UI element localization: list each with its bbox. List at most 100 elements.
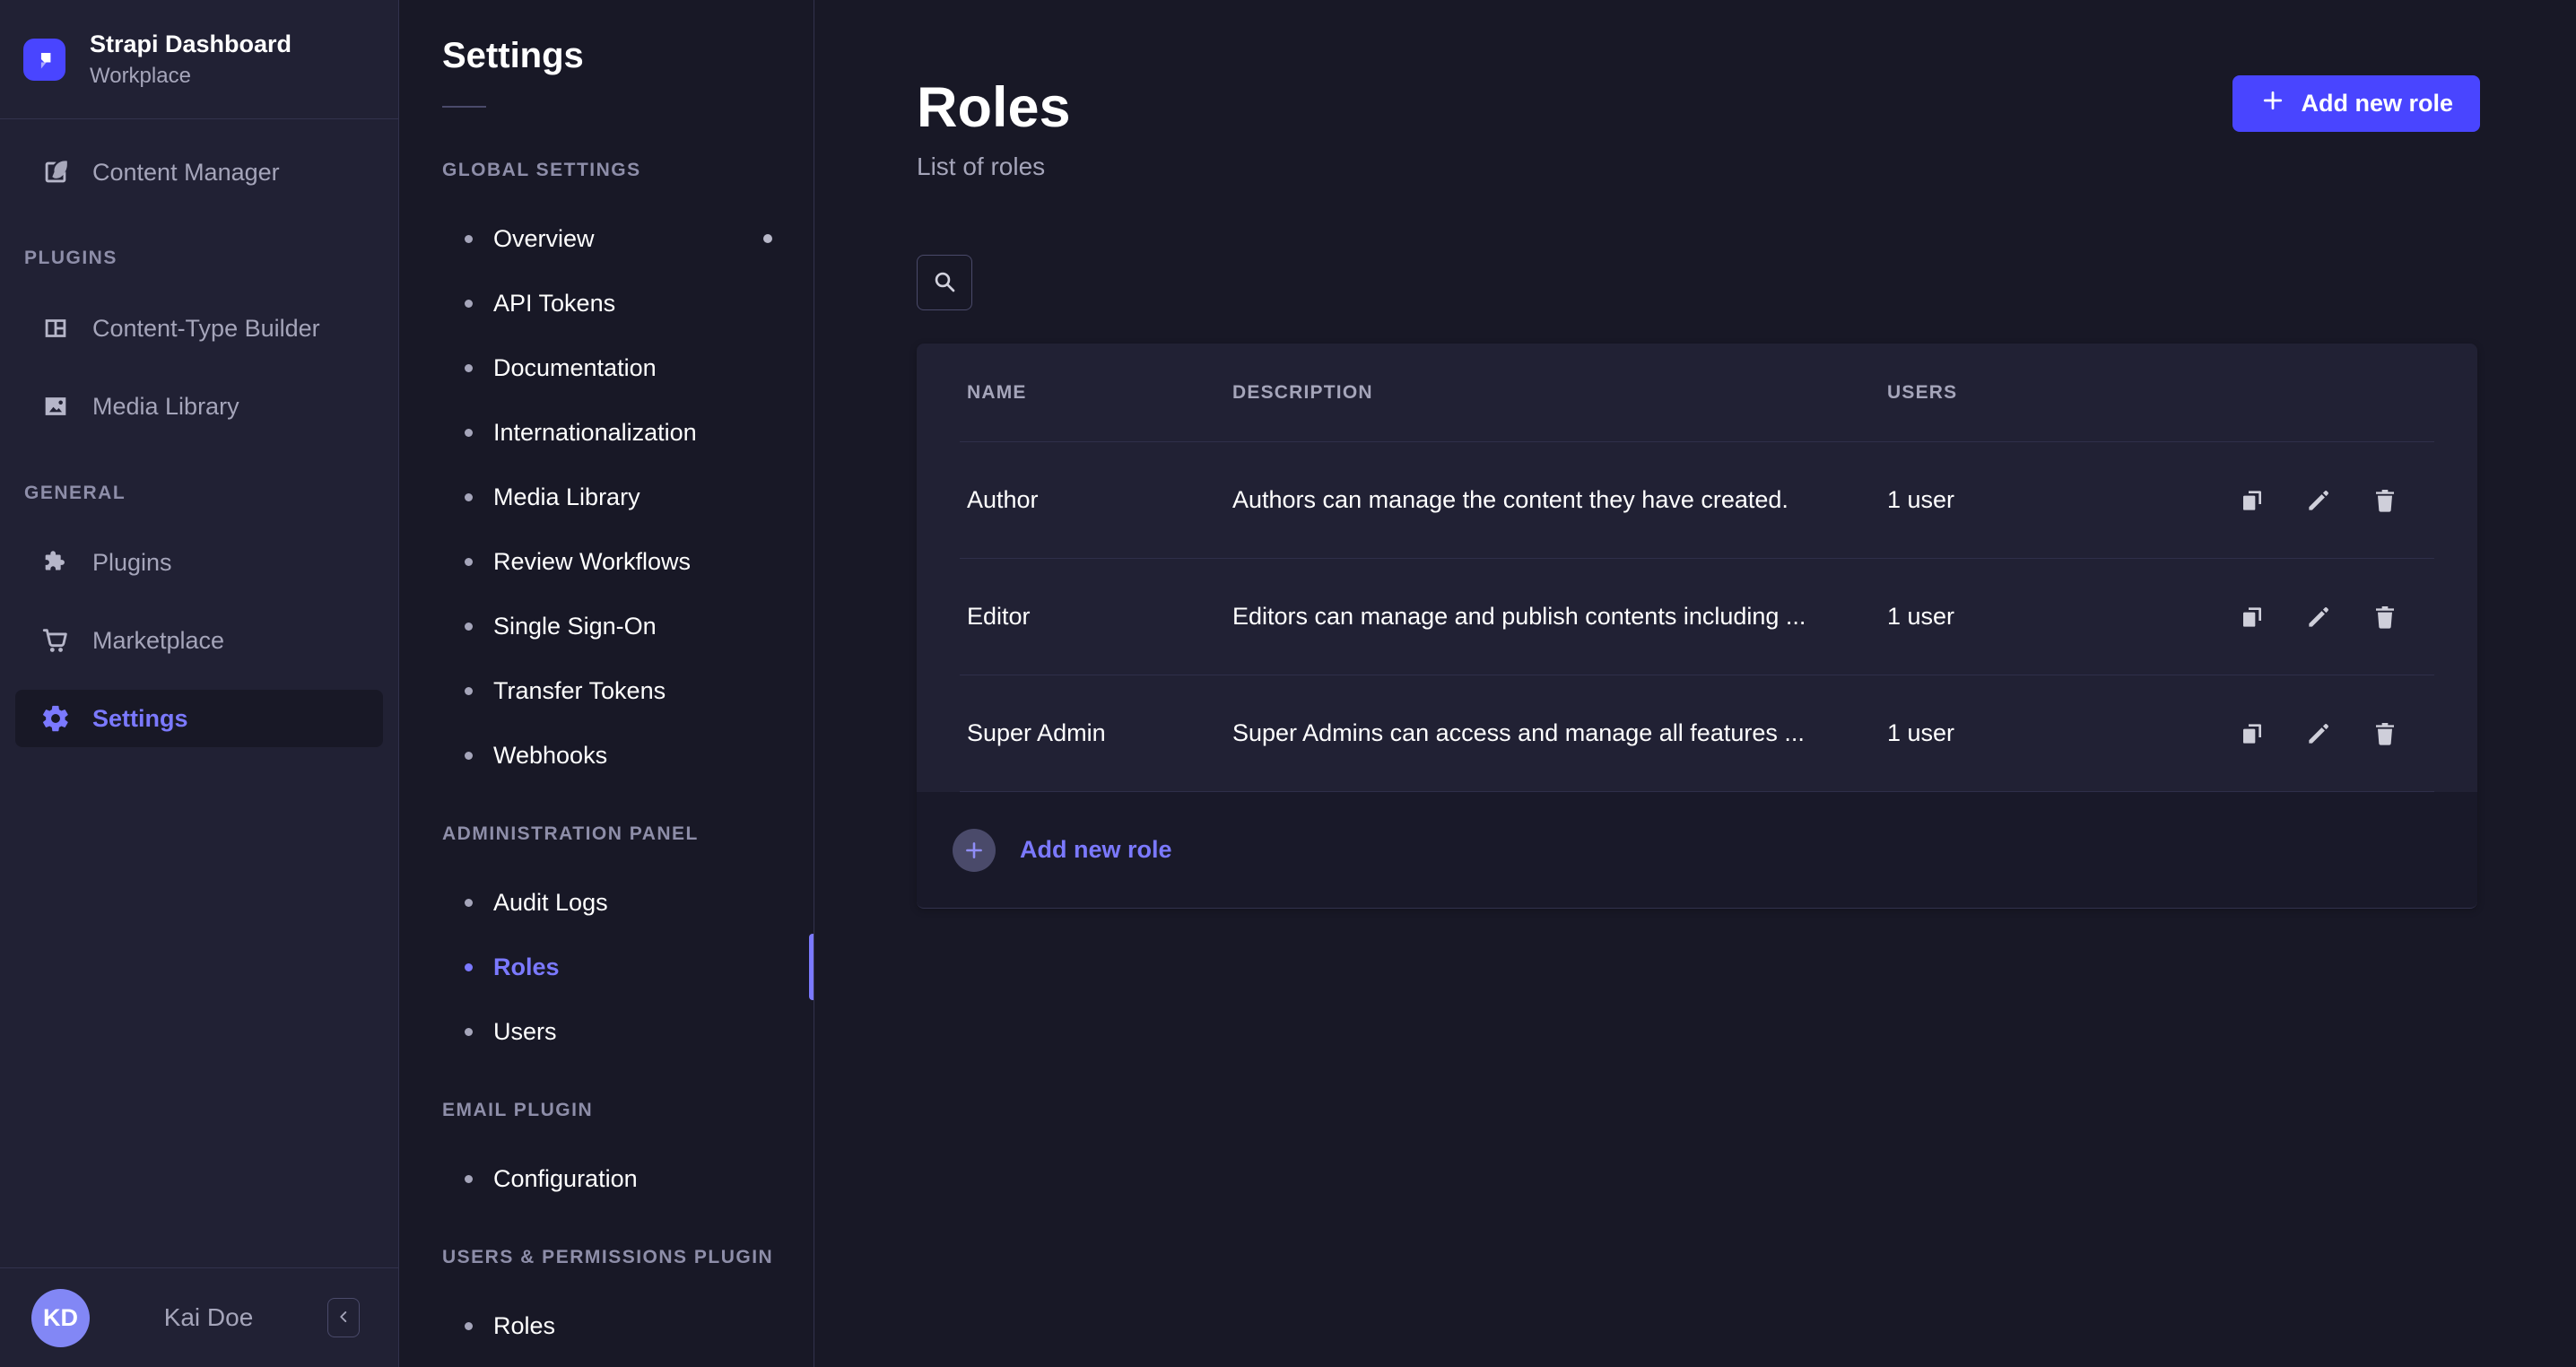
subnav-item-webhooks[interactable]: Webhooks: [442, 723, 814, 788]
subnav-item-label: Single Sign-On: [493, 613, 657, 640]
subnav-section-global-settings: GLOBAL SETTINGS: [442, 157, 814, 184]
delete-role-button[interactable]: [2370, 485, 2400, 516]
sidebar-item-label: Settings: [92, 705, 188, 733]
subnav-item-api-tokens[interactable]: API Tokens: [442, 271, 814, 335]
subnav-section-email-plugin: EMAIL PLUGIN: [442, 1097, 814, 1124]
role-name: Author: [967, 486, 1232, 514]
subnav-item-label: Configuration: [493, 1165, 638, 1193]
duplicate-role-button[interactable]: [2237, 602, 2267, 632]
sidebar-item-label: Plugins: [92, 549, 172, 577]
subnav-section-users-permissions-plugin: USERS & PERMISSIONS PLUGIN: [442, 1244, 814, 1271]
users-permissions-list: Roles: [442, 1293, 814, 1358]
sidebar-item-plugins[interactable]: Plugins: [0, 534, 398, 591]
table-header-row: NAME DESCRIPTION USERS: [960, 344, 2434, 442]
plus-icon: [2259, 87, 2286, 120]
user-name: Kai Doe: [90, 1303, 327, 1332]
subnav-item-overview[interactable]: Overview: [442, 206, 814, 271]
subnav-item-audit-logs[interactable]: Audit Logs: [442, 870, 814, 935]
bullet-icon: [465, 1322, 473, 1330]
role-users-count: 1 user: [1887, 719, 2237, 747]
sidebar-item-content-type-builder[interactable]: Content-Type Builder: [0, 300, 398, 357]
footer-add-new-role-label: Add new role: [1020, 836, 1172, 864]
duplicate-role-button[interactable]: [2237, 718, 2267, 749]
duplicate-role-button[interactable]: [2237, 485, 2267, 516]
bullet-icon: [465, 429, 473, 437]
trash-icon: [2371, 603, 2399, 631]
subnav-item-label: Roles: [493, 953, 560, 981]
role-name: Super Admin: [967, 719, 1232, 747]
sidebar-item-media-library[interactable]: Media Library: [0, 378, 398, 435]
edit-role-button[interactable]: [2303, 718, 2334, 749]
delete-role-button[interactable]: [2370, 718, 2400, 749]
role-users-count: 1 user: [1887, 486, 2237, 514]
footer-add-new-role[interactable]: Add new role: [917, 792, 2477, 909]
add-new-role-button[interactable]: Add new role: [2232, 75, 2480, 132]
active-indicator: [809, 934, 814, 1000]
row-actions: [2237, 718, 2436, 749]
role-description: Editors can manage and publish contents …: [1232, 603, 1887, 631]
layout-grid-icon: [40, 313, 71, 344]
subnav-item-users[interactable]: Users: [442, 999, 814, 1064]
subnav-item-internationalization[interactable]: Internationalization: [442, 400, 814, 465]
sidebar-item-settings[interactable]: Settings: [15, 690, 383, 747]
subnav-divider: [442, 106, 486, 108]
role-users-count: 1 user: [1887, 603, 2237, 631]
chevron-left-icon: [334, 1307, 353, 1329]
edit-icon: [2304, 486, 2333, 515]
subnav-item-configuration[interactable]: Configuration: [442, 1146, 814, 1211]
subnav-section-administration-panel: ADMINISTRATION PANEL: [442, 821, 814, 848]
column-header-description: DESCRIPTION: [1232, 382, 1887, 404]
bullet-icon: [465, 1175, 473, 1183]
bullet-icon: [465, 623, 473, 631]
bullet-icon: [465, 493, 473, 501]
search-icon: [930, 267, 959, 299]
column-header-name: NAME: [967, 382, 1232, 404]
bullet-icon: [465, 899, 473, 907]
sidebar-item-label: Media Library: [92, 393, 239, 421]
trash-icon: [2371, 486, 2399, 515]
strapi-logo-icon: [23, 39, 65, 81]
app-nav: Content Manager PLUGINS Content-Type Bui…: [0, 119, 398, 1267]
picture-icon: [40, 391, 71, 422]
edit-icon: [2304, 603, 2333, 631]
table-row-editor[interactable]: Editor Editors can manage and publish co…: [960, 559, 2434, 675]
sidebar-item-label: Content Manager: [92, 159, 280, 187]
edit-role-button[interactable]: [2303, 485, 2334, 516]
puzzle-icon: [40, 547, 71, 578]
table-row-super-admin[interactable]: Super Admin Super Admins can access and …: [960, 675, 2434, 792]
settings-subnav: Settings GLOBAL SETTINGS Overview API To…: [399, 0, 814, 1367]
gear-icon: [40, 703, 71, 734]
sidebar-item-marketplace[interactable]: Marketplace: [0, 612, 398, 669]
bullet-icon: [465, 752, 473, 760]
table-row-author[interactable]: Author Authors can manage the content th…: [960, 442, 2434, 559]
subnav-item-documentation[interactable]: Documentation: [442, 335, 814, 400]
subnav-title: Settings: [442, 36, 814, 75]
edit-role-button[interactable]: [2303, 602, 2334, 632]
subnav-item-media-library[interactable]: Media Library: [442, 465, 814, 529]
user-menu[interactable]: KD Kai Doe: [0, 1267, 398, 1367]
subnav-item-single-sign-on[interactable]: Single Sign-On: [442, 594, 814, 658]
search-button[interactable]: [917, 255, 972, 310]
brand-text: Strapi Dashboard Workplace: [90, 30, 292, 88]
bullet-icon: [465, 235, 473, 243]
bullet-icon: [465, 558, 473, 566]
subnav-item-roles[interactable]: Roles: [442, 935, 814, 999]
subnav-item-label: Media Library: [493, 483, 640, 511]
brand-home-link[interactable]: Strapi Dashboard Workplace: [0, 0, 398, 119]
sidebar-item-label: Content-Type Builder: [92, 315, 320, 343]
subnav-item-transfer-tokens[interactable]: Transfer Tokens: [442, 658, 814, 723]
duplicate-icon: [2238, 603, 2267, 631]
subnav-item-up-roles[interactable]: Roles: [442, 1293, 814, 1358]
strapi-dashboard: Strapi Dashboard Workplace Content Manag…: [0, 0, 2576, 1367]
subnav-item-label: Roles: [493, 1312, 555, 1340]
subnav-item-review-workflows[interactable]: Review Workflows: [442, 529, 814, 594]
delete-role-button[interactable]: [2370, 602, 2400, 632]
app-sidebar: Strapi Dashboard Workplace Content Manag…: [0, 0, 399, 1367]
sidebar-section-plugins: PLUGINS: [0, 245, 398, 272]
main-content: Roles List of roles Add new role: [814, 0, 2576, 1367]
subnav-item-label: Transfer Tokens: [493, 677, 666, 705]
collapse-sidebar-button[interactable]: [327, 1298, 360, 1337]
page-subtitle: List of roles: [917, 152, 1071, 181]
sidebar-item-content-manager[interactable]: Content Manager: [0, 144, 398, 201]
bullet-icon: [465, 300, 473, 308]
